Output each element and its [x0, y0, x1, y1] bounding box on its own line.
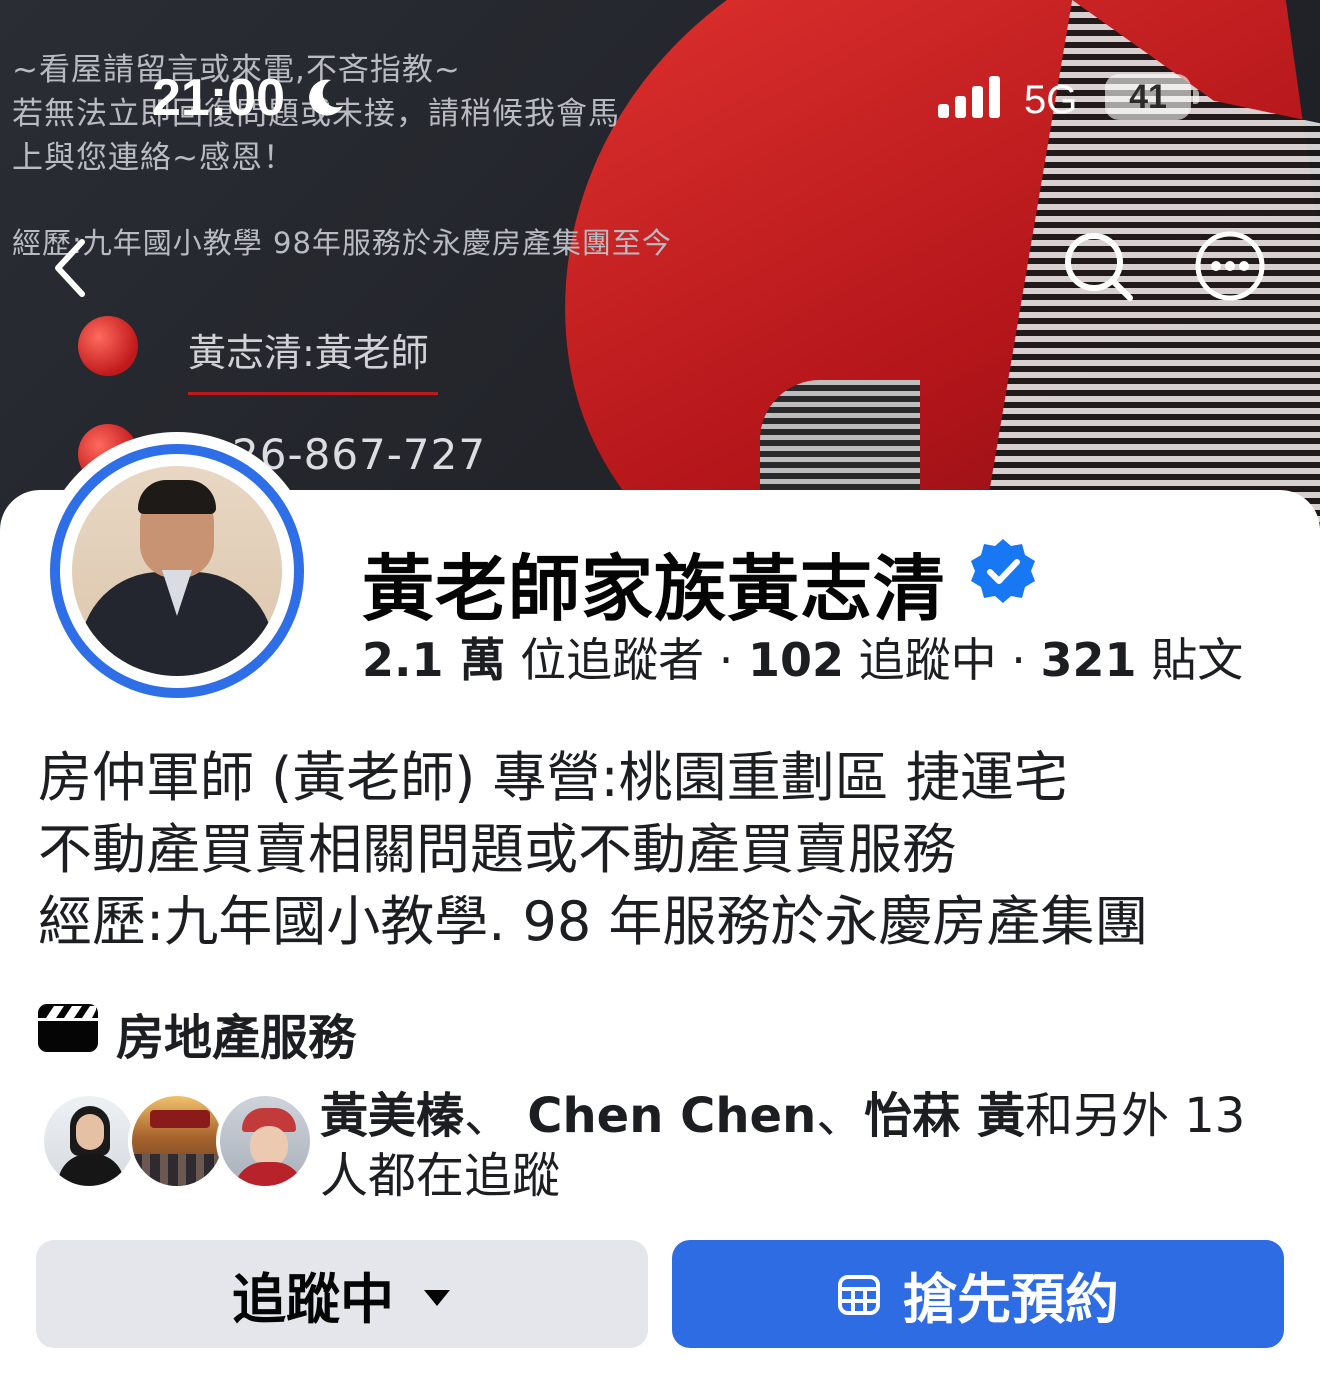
mutual-followers-avatars[interactable] [40, 1092, 314, 1192]
stats-separator: · [704, 633, 749, 687]
following-count[interactable]: 102 [748, 633, 844, 687]
following-label[interactable]: 追蹤中 [844, 633, 997, 687]
page-category[interactable]: 房地產服務 [116, 998, 356, 1068]
battery-indicator: 41 [1105, 74, 1191, 120]
mutual-followers-text[interactable]: 黃美榛、 Chen Chen、怡菻 黃和另外 13 人都在追蹤 [320, 1086, 1280, 1206]
posts-label[interactable]: 貼文 [1137, 633, 1243, 687]
following-button[interactable]: 追蹤中 [36, 1240, 648, 1348]
bio-line: 房仲軍師 (黃老師) 專營:桃園重劃區 捷運宅 [38, 746, 1068, 809]
cover-person-icon [78, 316, 138, 376]
profile-bio: 房仲軍師 (黃老師) 專營:桃園重劃區 捷運宅 不動產買賣相關問題或不動產買賣服… [38, 742, 1148, 958]
battery-tip [1193, 90, 1199, 104]
separator: 、 [464, 1088, 528, 1144]
separator: 、 [816, 1088, 865, 1144]
cover-text-line: 上與您連絡~感恩！ [12, 140, 295, 176]
bio-line: 經歷:九年國小教學. 98 年服務於永慶房產集團 [38, 890, 1149, 953]
following-button-label: 追蹤中 [232, 1267, 394, 1331]
signal-icon [938, 76, 1000, 118]
book-now-label: 搶先預約 [903, 1267, 1119, 1331]
avatar-photo [72, 466, 282, 676]
status-time: 21:00 [152, 69, 285, 127]
search-icon[interactable] [1058, 226, 1138, 306]
network-type: 5G [1024, 78, 1078, 122]
followers-count[interactable]: 2.1 萬 [362, 633, 506, 687]
mutual-follower-name[interactable]: 怡菻 黃 [864, 1088, 1025, 1144]
clapperboard-icon [38, 1004, 98, 1052]
mutual-follower-name[interactable]: Chen Chen [527, 1088, 816, 1144]
moon-icon [309, 79, 343, 116]
verified-badge-icon [971, 539, 1035, 603]
profile-name: 黃老師家族黃志清 [362, 547, 947, 631]
bio-line: 不動產買賣相關問題或不動產買賣服務 [38, 818, 956, 881]
profile-stats: 2.1 萬 位追蹤者 · 102 追蹤中 · 321 貼文 [362, 624, 1243, 690]
avatar [216, 1092, 314, 1190]
book-now-button[interactable]: 搶先預約 [672, 1240, 1284, 1348]
profile-avatar[interactable] [38, 432, 316, 710]
cover-text-line: 經歷:九年國小教學 98年服務於永慶房產集團至今 [12, 226, 672, 260]
more-options-icon[interactable] [1190, 226, 1270, 306]
cover-name-tag: 黃志清:黃老師 [188, 331, 429, 375]
profile-page: ~看屋請留言或來電,不吝指教~ 若無法立即回復問題或未接，請稍候我會馬 上與您連… [0, 0, 1320, 1390]
back-icon[interactable] [44, 232, 100, 304]
avatar [40, 1092, 138, 1190]
posts-count[interactable]: 321 [1041, 633, 1137, 687]
avatar [128, 1092, 226, 1190]
followers-label[interactable]: 位追蹤者 [506, 633, 704, 687]
stats-separator: · [996, 633, 1041, 687]
calendar-icon [838, 1275, 880, 1315]
cover-divider [188, 392, 438, 395]
caret-down-icon [424, 1290, 450, 1306]
avatar-story-ring [50, 444, 304, 698]
mutual-follower-name[interactable]: 黃美榛 [320, 1088, 464, 1144]
